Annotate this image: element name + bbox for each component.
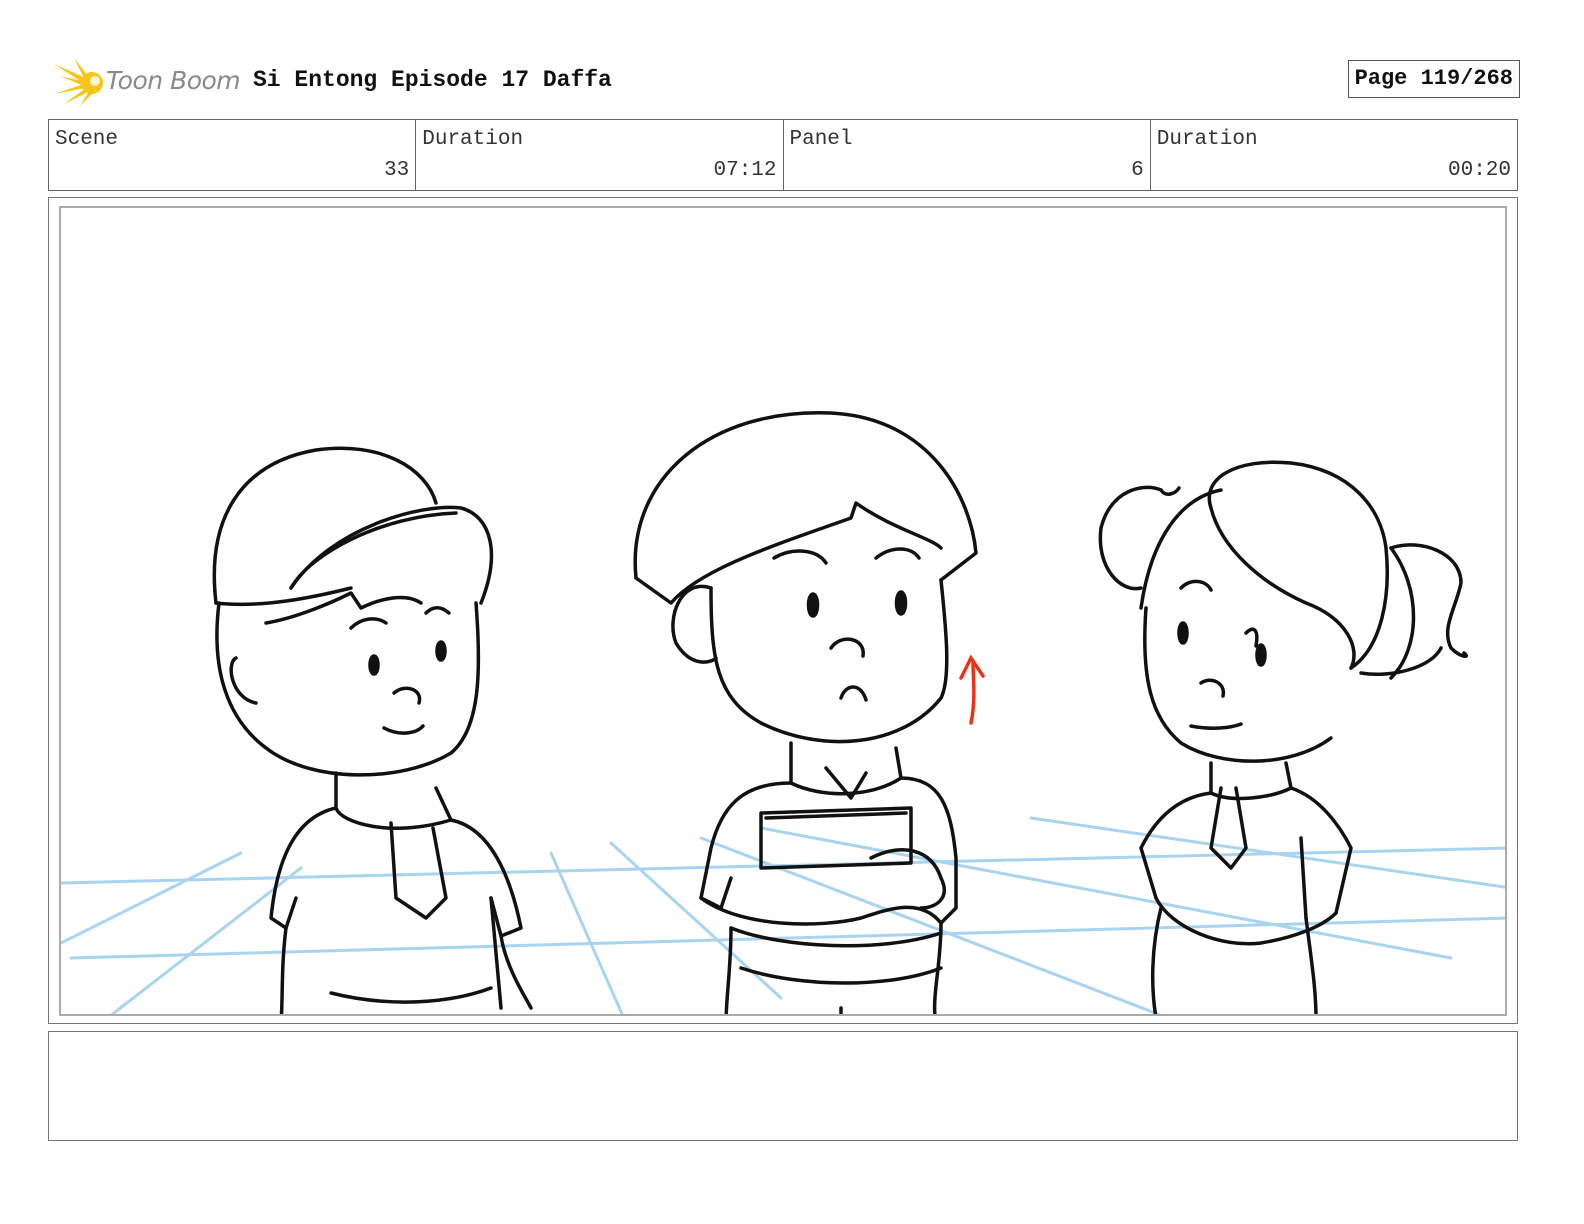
page-number: Page 119/268	[1347, 60, 1520, 98]
panel-label: Panel	[789, 128, 853, 151]
panel-value: 6	[1131, 159, 1144, 182]
panel-duration-value: 00:20	[1447, 159, 1511, 182]
panel-sketch	[61, 411, 1505, 1014]
page-header: Toon Boom Si Entong Episode 17 Daffa Pag…	[48, 54, 1520, 108]
panel-info-table: Scene 33 Duration 07:12 Panel 6 Duration…	[48, 119, 1518, 191]
logo-text: Toon Boom	[106, 66, 241, 95]
left-character-boy-cap	[212, 446, 533, 1014]
document-title: Si Entong Episode 17 Daffa	[253, 67, 612, 93]
scene-cell: Scene 33	[49, 120, 417, 190]
scene-duration-value: 07:12	[713, 159, 777, 182]
perspective-grid	[61, 816, 1505, 1014]
panel-notes-box	[48, 1031, 1518, 1141]
red-up-arrow	[959, 654, 985, 725]
scene-value: 33	[384, 159, 410, 182]
panel-duration-cell: Duration 00:20	[1151, 120, 1517, 190]
scene-duration-label: Duration	[422, 128, 524, 151]
right-character-girl	[1098, 460, 1469, 1014]
toon-boom-star-icon	[54, 58, 103, 106]
storyboard-panel	[48, 197, 1518, 1024]
panel-cell: Panel 6	[784, 120, 1151, 190]
panel-duration-label: Duration	[1156, 128, 1258, 151]
toon-boom-logo: Toon Boom	[52, 56, 242, 106]
panel-drawing-area	[59, 206, 1507, 1016]
scene-label: Scene	[55, 128, 119, 151]
scene-duration-cell: Duration 07:12	[416, 120, 784, 190]
